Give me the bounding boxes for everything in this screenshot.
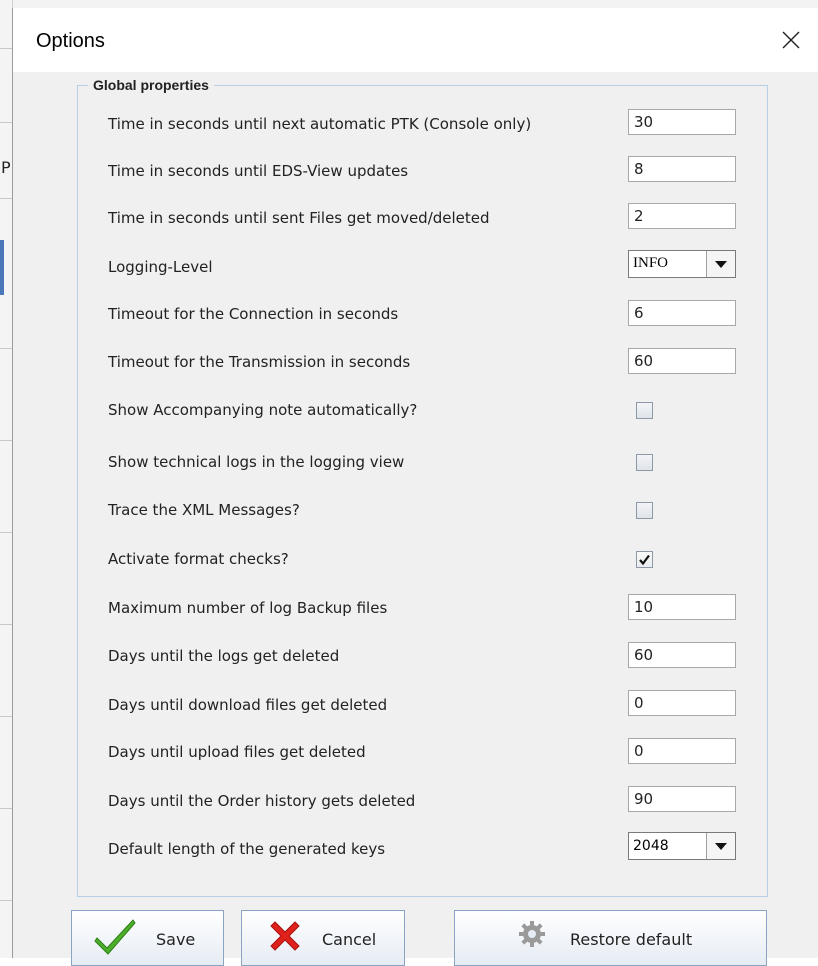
download-files-field[interactable] [628, 690, 736, 716]
accompanying-note-checkbox[interactable] [636, 402, 653, 419]
options-dialog: Options Global properties Time in second… [12, 8, 818, 966]
close-icon [270, 921, 300, 951]
trace-xml-checkbox[interactable] [636, 502, 653, 519]
dropdown-arrow[interactable] [706, 251, 735, 277]
transmission-timeout-label: Timeout for the Transmission in seconds [108, 353, 411, 371]
key-length-label: Default length of the generated keys [108, 840, 386, 858]
order-history-label: Days until the Order history gets delete… [108, 792, 416, 810]
dropdown-arrow[interactable] [706, 833, 735, 859]
eds-update-field[interactable] [628, 156, 736, 182]
cancel-button-label: Cancel [322, 930, 377, 949]
technical-logs-checkbox[interactable] [636, 454, 653, 471]
format-checks-checkbox[interactable] [636, 551, 653, 568]
logging-level-select[interactable]: INFO [628, 250, 736, 278]
logs-deleted-label: Days until the logs get deleted [108, 647, 340, 665]
order-history-field[interactable] [628, 786, 736, 812]
close-button[interactable] [773, 22, 809, 58]
dialog-title: Options [36, 30, 105, 52]
log-backups-label: Maximum number of log Backup files [108, 599, 388, 617]
key-length-value: 2048 [633, 838, 669, 854]
ptk-interval-label: Time in seconds until next automatic PTK… [108, 115, 532, 133]
save-button-label: Save [156, 930, 196, 949]
technical-logs-label: Show technical logs in the logging view [108, 453, 405, 471]
transmission-timeout-field[interactable] [628, 348, 736, 374]
format-checks-label: Activate format checks? [108, 550, 289, 568]
close-icon [782, 31, 800, 49]
upload-files-label: Days until upload files get deleted [108, 743, 366, 761]
sent-files-field[interactable] [628, 203, 736, 229]
connection-timeout-field[interactable] [628, 300, 736, 326]
key-length-select[interactable]: 2048 [628, 832, 736, 860]
dialog-titlebar: Options [13, 8, 818, 72]
logging-level-label: Logging-Level [108, 258, 213, 276]
chevron-down-icon [715, 261, 727, 268]
logs-deleted-field[interactable] [628, 642, 736, 668]
chevron-down-icon [715, 843, 727, 850]
restore-default-button-label: Restore default [570, 930, 693, 949]
ptk-interval-field[interactable] [628, 109, 736, 135]
trace-xml-label: Trace the XML Messages? [108, 501, 300, 519]
eds-update-label: Time in seconds until EDS-View updates [108, 162, 409, 180]
sent-files-label: Time in seconds until sent Files get mov… [108, 209, 490, 227]
connection-timeout-label: Timeout for the Connection in seconds [108, 305, 399, 323]
group-title: Global properties [88, 77, 214, 93]
upload-files-field[interactable] [628, 738, 736, 764]
logging-level-value: INFO [633, 255, 669, 271]
log-backups-field[interactable] [628, 594, 736, 620]
download-files-label: Days until download files get deleted [108, 696, 388, 714]
checkmark-icon [639, 554, 650, 566]
accompanying-note-label: Show Accompanying note automatically? [108, 401, 418, 419]
gear-icon [519, 921, 545, 947]
checkmark-icon [94, 919, 136, 955]
